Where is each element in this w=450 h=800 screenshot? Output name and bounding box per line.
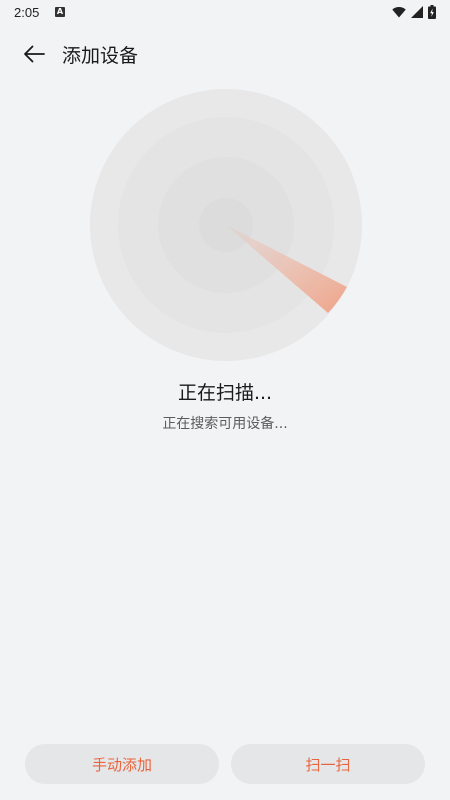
status-icons: [392, 5, 436, 19]
status-time: 2:05: [14, 5, 40, 20]
arrow-left-icon: [24, 45, 45, 63]
back-button[interactable]: [18, 38, 50, 70]
wifi-icon: [392, 7, 406, 18]
radar-scanner: [90, 89, 362, 361]
scan-status-subtext: 正在搜索可用设备...: [162, 416, 288, 432]
battery-icon: [428, 5, 436, 19]
page-title: 添加设备: [62, 45, 139, 67]
scan-status-heading: 正在扫描...: [177, 382, 273, 404]
scan-code-button[interactable]: 扫一扫: [231, 744, 425, 784]
signal-icon: [411, 6, 423, 18]
app-bar: 添加设备: [0, 30, 450, 76]
manual-add-button[interactable]: 手动添加: [25, 744, 219, 784]
notification-a-icon: A: [55, 7, 65, 17]
radar-graphic: [90, 89, 362, 361]
status-bar: 2:05 A: [0, 0, 450, 26]
